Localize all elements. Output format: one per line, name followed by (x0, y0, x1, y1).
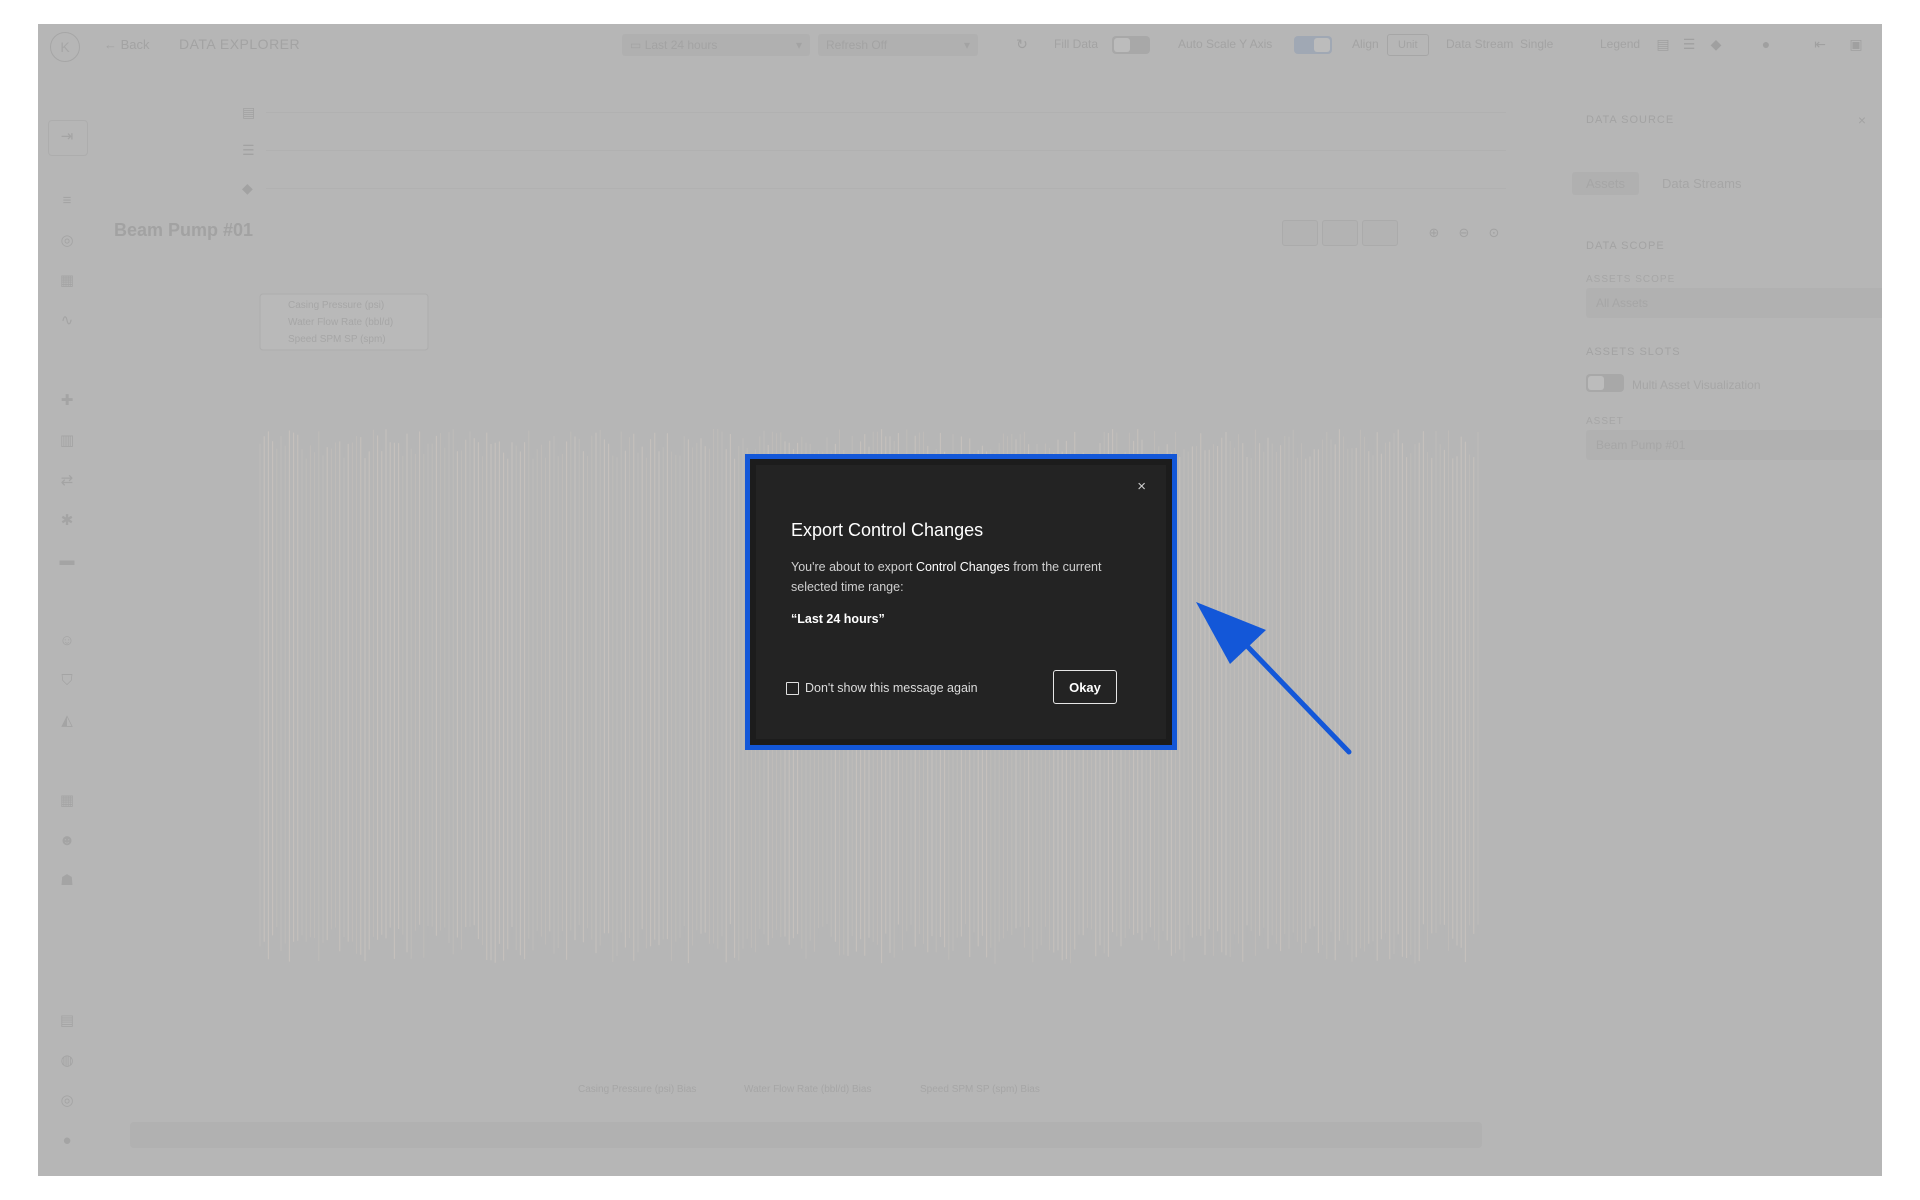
legend-label: Legend (1600, 37, 1641, 51)
export-control-changes-dialog: × Export Control Changes You're about to… (756, 465, 1166, 739)
multi-asset-toggle[interactable] (1586, 374, 1624, 392)
collapse-icon[interactable]: ⇤ (1812, 36, 1828, 52)
okay-button[interactable]: Okay (1053, 670, 1117, 704)
close-icon[interactable]: × (1858, 112, 1866, 128)
dialog-message: You're about to export Control Changes f… (791, 557, 1141, 597)
checkbox-box[interactable] (786, 681, 799, 695)
bottom-legend-entry: Water Flow Rate (bbl/d) Bias (744, 1084, 871, 1095)
legend-entry: Casing Pressure (psi) (288, 300, 384, 311)
dont-show-again-checkbox[interactable]: Don't show this message again (786, 681, 978, 695)
tab-assets[interactable]: Assets (1572, 172, 1640, 195)
legend-entry: Speed SPM SP (spm) (288, 334, 386, 345)
time-scrubber[interactable] (130, 1122, 1482, 1148)
sliders-icon[interactable]: ☰ (1681, 36, 1697, 52)
data-scope-label: DATA SCOPE (1586, 240, 1665, 252)
comment-icon[interactable]: ▤ (1655, 36, 1671, 52)
assets-scope-label: ASSETS SCOPE (1586, 274, 1676, 285)
legend-entry: Water Flow Rate (bbl/d) (288, 317, 393, 328)
tab-data-streams[interactable]: Data Streams (1648, 172, 1755, 195)
save-icon[interactable]: ▣ (1848, 36, 1864, 52)
bottom-legend-entry: Casing Pressure (psi) Bias (578, 1084, 696, 1095)
dollar-icon[interactable]: ● (1758, 36, 1774, 52)
message-highlight: Control Changes (915, 560, 1010, 574)
panel-header: DATA SOURCE (1586, 114, 1675, 126)
dialog-title: Export Control Changes (791, 520, 984, 540)
selected-time-range: “Last 24 hours” (791, 612, 885, 626)
asset-label: ASSET (1586, 416, 1624, 427)
close-icon[interactable]: × (1137, 479, 1146, 495)
multi-asset-label: Multi Asset Visualization (1632, 378, 1761, 392)
chart-legend: Casing Pressure (psi) Water Flow Rate (b… (259, 293, 429, 351)
bottom-legend-entry: Speed SPM SP (spm) Bias (920, 1084, 1040, 1095)
tag-icon[interactable]: ◆ (1708, 36, 1724, 52)
assets-slots-label: ASSETS SLOTS (1586, 346, 1681, 358)
assets-scope-select[interactable]: All Assets (1586, 288, 1882, 318)
asset-select[interactable]: Beam Pump #01 (1586, 430, 1882, 460)
message-prefix: You're about to export (791, 560, 913, 574)
right-data-source-panel: DATA SOURCE × Assets Data Streams DATA S… (1538, 64, 1882, 1176)
screenshot-frame: K ← Back DATA EXPLORER ▭ Last 24 hours ▾… (38, 24, 1882, 1176)
toggle-knob (1588, 376, 1604, 390)
checkbox-label: Don't show this message again (805, 681, 978, 695)
chart-bottom-legend: Casing Pressure (psi) Bias Water Flow Ra… (578, 1084, 1040, 1095)
